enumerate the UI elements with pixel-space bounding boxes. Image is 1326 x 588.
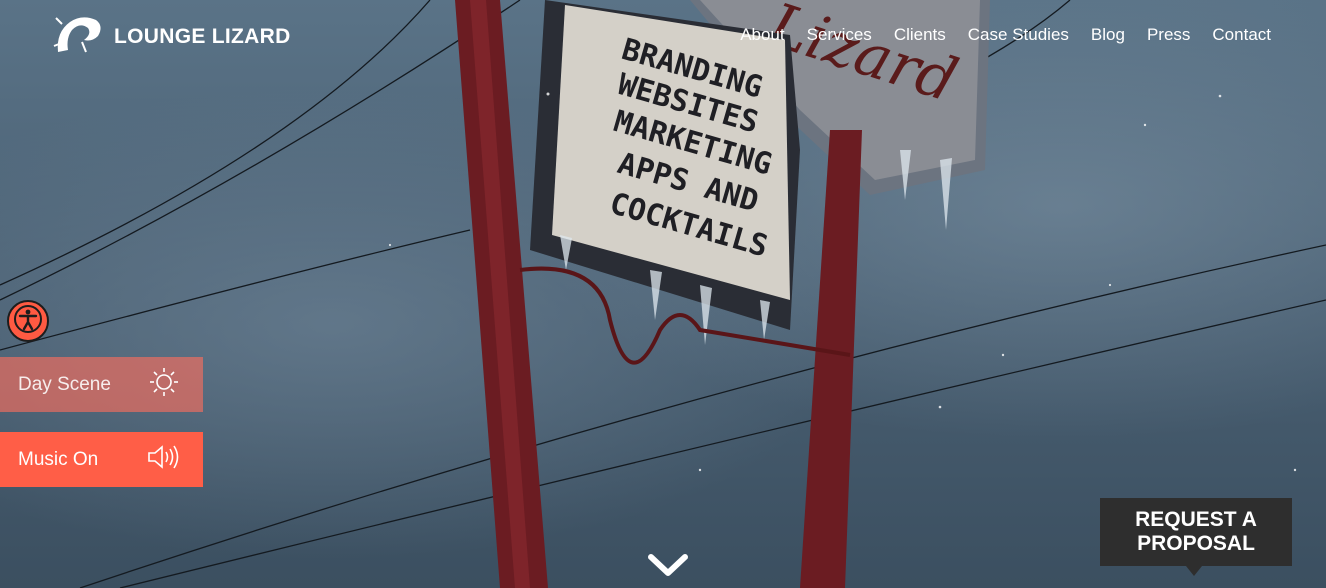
nav-item-press[interactable]: Press (1147, 25, 1190, 45)
speaker-icon (147, 443, 179, 476)
nav-item-contact[interactable]: Contact (1212, 25, 1271, 45)
sun-icon (149, 367, 179, 402)
site-header: LOUNGE LIZARD About Services Clients Cas… (0, 0, 1326, 70)
day-scene-label: Day Scene (18, 373, 111, 395)
request-proposal-button[interactable]: REQUEST A PROPOSAL (1100, 498, 1292, 576)
main-nav: About Services Clients Case Studies Blog… (740, 25, 1271, 45)
chevron-down-icon (647, 554, 689, 583)
nav-item-about[interactable]: About (740, 25, 784, 45)
accessibility-icon (13, 304, 43, 339)
logo[interactable]: LOUNGE LIZARD (52, 12, 291, 61)
day-scene-button[interactable]: Day Scene (0, 357, 203, 412)
brand-name: LOUNGE LIZARD (114, 24, 291, 48)
accessibility-button[interactable] (7, 300, 49, 342)
nav-item-services[interactable]: Services (807, 25, 872, 45)
request-proposal-label: REQUEST A PROPOSAL (1135, 508, 1257, 555)
lizard-icon (52, 12, 104, 61)
music-label: Music On (18, 448, 99, 470)
nav-item-clients[interactable]: Clients (894, 25, 946, 45)
nav-item-blog[interactable]: Blog (1091, 25, 1125, 45)
music-toggle-button[interactable]: Music On (0, 432, 203, 487)
scroll-down-button[interactable] (647, 553, 689, 584)
nav-item-case-studies[interactable]: Case Studies (968, 25, 1069, 45)
